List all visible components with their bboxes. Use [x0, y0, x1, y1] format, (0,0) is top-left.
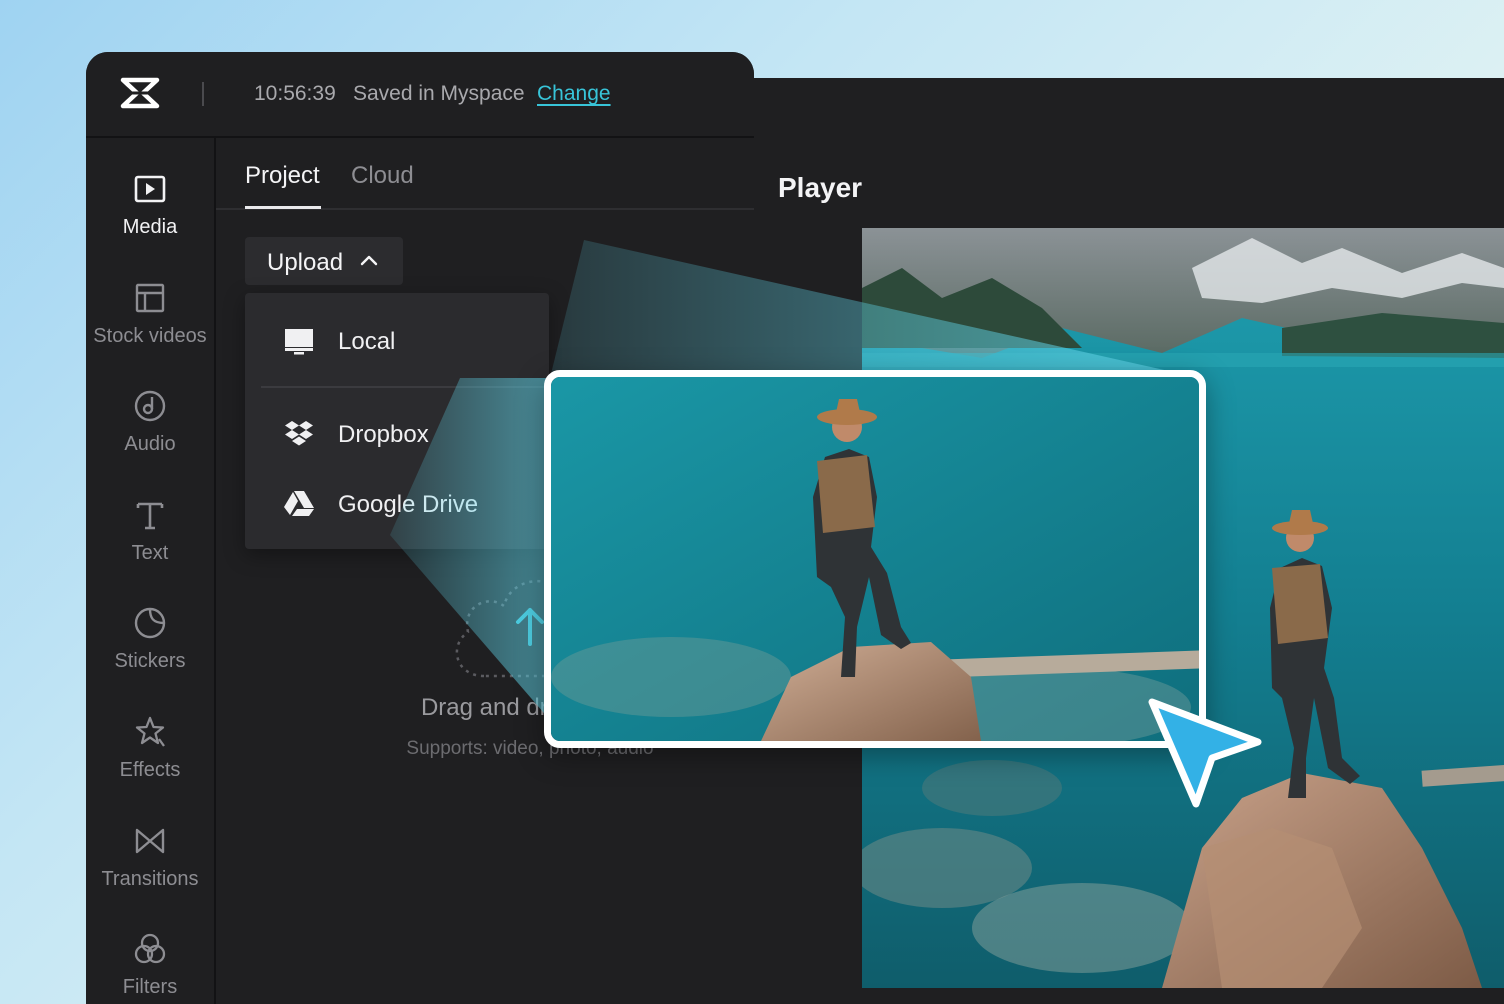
- monitor-icon: [285, 329, 313, 355]
- top-bar: 10:56:39 Saved in Myspace Change: [86, 52, 754, 138]
- upload-menu: Local Dropbox Google Drive: [245, 293, 549, 549]
- dropbox-icon: [285, 421, 313, 446]
- sidebar-item-filters[interactable]: Filters: [86, 932, 214, 999]
- sidebar-item-stock-videos[interactable]: Stock videos: [86, 281, 214, 348]
- zoomed-lake-image: [551, 377, 1199, 741]
- sidebar-label: Text: [131, 542, 169, 564]
- menu-item-label: Google Drive: [338, 491, 479, 518]
- sidebar-label: Filters: [122, 976, 178, 998]
- menu-item-google-drive[interactable]: Google Drive: [245, 474, 549, 534]
- text-icon: [136, 502, 164, 530]
- mouse-pointer-icon: [1148, 698, 1262, 808]
- stickers-icon: [134, 607, 166, 639]
- media-tabs: Project Cloud: [216, 138, 754, 210]
- menu-divider: [261, 386, 549, 388]
- filters-icon: [134, 933, 166, 964]
- zoomed-preview-frame: [544, 370, 1206, 748]
- sidebar-label: Effects: [119, 759, 181, 781]
- tab-project[interactable]: Project: [245, 162, 320, 190]
- stock-videos-icon: [135, 283, 165, 313]
- transitions-icon: [135, 828, 165, 854]
- google-drive-icon: [284, 491, 314, 516]
- sidebar-label: Stickers: [114, 650, 186, 672]
- sidebar-item-text[interactable]: Text: [86, 498, 214, 565]
- save-time: 10:56:39: [254, 82, 336, 105]
- media-play-icon: [134, 175, 166, 203]
- upload-label: Upload: [267, 249, 344, 276]
- player-title: Player: [778, 172, 863, 203]
- sidebar-item-audio[interactable]: Audio: [86, 389, 214, 456]
- change-location-link[interactable]: Change: [537, 82, 611, 106]
- capcut-logo-icon[interactable]: [120, 76, 160, 110]
- save-status: Saved in Myspace: [353, 82, 525, 105]
- active-tab-indicator: [245, 206, 321, 209]
- header-divider: [202, 82, 204, 106]
- sidebar-item-media[interactable]: Media: [86, 172, 214, 239]
- menu-item-dropbox[interactable]: Dropbox: [245, 404, 549, 464]
- tab-cloud[interactable]: Cloud: [351, 162, 414, 190]
- sidebar-label: Transitions: [101, 868, 199, 890]
- chevron-up-icon: [360, 255, 378, 266]
- sidebar-label: Stock videos: [93, 325, 207, 347]
- menu-item-label: Dropbox: [338, 421, 429, 448]
- left-sidebar: Media Stock videos Audio Text Stickers E…: [86, 138, 216, 1004]
- sidebar-label: Media: [122, 216, 178, 238]
- sidebar-item-stickers[interactable]: Stickers: [86, 606, 214, 673]
- audio-icon: [134, 390, 166, 422]
- sidebar-label: Audio: [124, 433, 176, 455]
- upload-button[interactable]: Upload: [245, 237, 403, 285]
- sidebar-item-transitions[interactable]: Transitions: [86, 824, 214, 891]
- menu-item-label: Local: [338, 328, 396, 355]
- menu-item-local[interactable]: Local: [245, 311, 549, 371]
